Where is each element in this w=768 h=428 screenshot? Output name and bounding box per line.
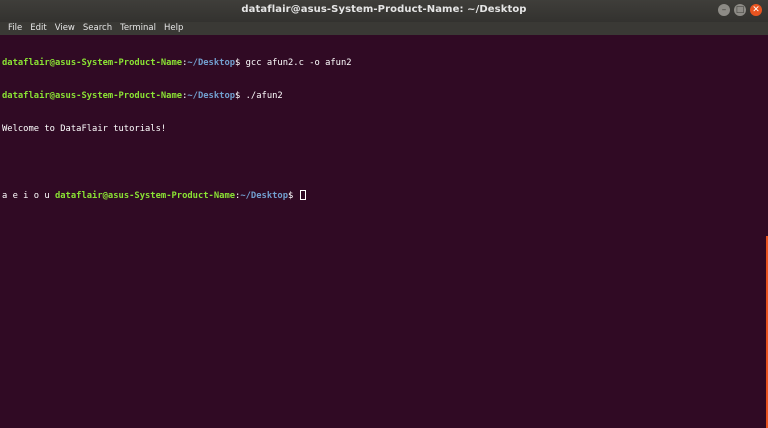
terminal-window: dataflair@asus-System-Product-Name: ~/De… [0, 0, 768, 428]
maximize-icon: □ [735, 5, 745, 15]
terminal-line: a e i o u dataflair@asus-System-Product-… [2, 190, 766, 201]
prompt-user: dataflair@asus-System-Product-Name [54, 191, 236, 201]
output-text: Welcome to DataFlair tutorials! [2, 124, 167, 134]
prompt-user: dataflair@asus-System-Product-Name [2, 58, 183, 68]
terminal-line: dataflair@asus-System-Product-Name:~/Des… [2, 58, 766, 69]
terminal-output[interactable]: dataflair@asus-System-Product-Name:~/Des… [0, 35, 768, 428]
prompt-path: ~/Desktop [187, 58, 236, 68]
output-text: a e i o u [2, 191, 55, 201]
maximize-button[interactable]: □ [734, 4, 746, 16]
menu-help[interactable]: Help [160, 22, 187, 35]
terminal-line: dataflair@asus-System-Product-Name:~/Des… [2, 91, 766, 102]
text-cursor [299, 190, 306, 200]
prompt-path: ~/Desktop [187, 91, 236, 101]
close-icon: ✕ [752, 5, 760, 15]
minimize-icon: – [721, 5, 727, 15]
command-text: ./afun2 [245, 91, 283, 101]
menu-search[interactable]: Search [79, 22, 116, 35]
window-title: dataflair@asus-System-Product-Name: ~/De… [241, 4, 527, 15]
command-text: gcc afun2.c -o afun2 [245, 58, 352, 68]
menu-view[interactable]: View [51, 22, 79, 35]
prompt-end: $ [235, 91, 246, 101]
close-button[interactable]: ✕ [750, 4, 762, 16]
prompt-end: $ [235, 58, 246, 68]
menu-file[interactable]: File [4, 22, 26, 35]
prompt-end: $ [288, 191, 299, 201]
prompt-user: dataflair@asus-System-Product-Name [2, 91, 183, 101]
prompt-path: ~/Desktop [240, 191, 289, 201]
terminal-line: Welcome to DataFlair tutorials! [2, 124, 766, 135]
minimize-button[interactable]: – [718, 4, 730, 16]
menu-edit[interactable]: Edit [26, 22, 50, 35]
menu-bar: File Edit View Search Terminal Help [0, 22, 768, 35]
title-bar[interactable]: dataflair@asus-System-Product-Name: ~/De… [0, 0, 768, 22]
window-controls: – □ ✕ [718, 4, 762, 16]
menu-terminal[interactable]: Terminal [116, 22, 160, 35]
